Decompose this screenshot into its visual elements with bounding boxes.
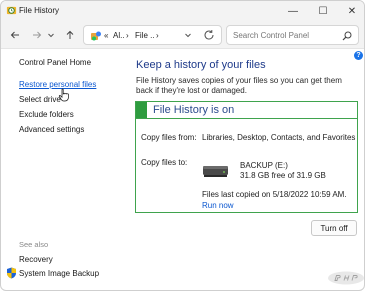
- sidebar-item-select-drive[interactable]: Select drive: [19, 95, 61, 104]
- page-title: Keep a history of your files: [136, 59, 266, 71]
- run-now-link[interactable]: Run now: [202, 201, 234, 210]
- address-overflow-chevron[interactable]: «: [104, 31, 108, 40]
- up-button[interactable]: [62, 27, 78, 43]
- minimize-icon: —: [288, 5, 298, 17]
- see-also-heading: See also: [19, 240, 49, 249]
- search-box[interactable]: Search Control Panel: [226, 25, 359, 45]
- file-history-app-icon: [6, 6, 17, 15]
- chevron-down-icon: [185, 33, 191, 38]
- copy-from-value: Libraries, Desktop, Contacts, and Favori…: [202, 133, 356, 142]
- shield-icon: [7, 267, 16, 279]
- status-indicator-bar: [136, 102, 147, 118]
- status-header: File History is on: [136, 102, 357, 119]
- php-logo: [328, 271, 364, 285]
- control-panel-icon: [91, 31, 101, 41]
- close-icon: ✕: [347, 5, 357, 17]
- address-segment-all[interactable]: Al..: [113, 31, 125, 40]
- close-button[interactable]: ✕: [337, 1, 364, 21]
- arrow-up-icon: [66, 30, 74, 39]
- file-history-status-panel: File History is on Copy files from: Libr…: [135, 101, 358, 213]
- see-also-recovery-link[interactable]: Recovery: [19, 255, 53, 264]
- maximize-icon: ☐: [318, 5, 328, 17]
- search-icon[interactable]: [341, 30, 353, 42]
- drive-free-space: 31.8 GB free of 31.9 GB: [240, 171, 326, 180]
- minimize-button[interactable]: —: [278, 1, 308, 21]
- refresh-icon: [204, 30, 214, 40]
- drive-name: BACKUP (E:): [240, 161, 288, 170]
- sidebar-item-exclude-folders[interactable]: Exclude folders: [19, 110, 74, 119]
- see-also-system-image-backup-link[interactable]: System Image Backup: [19, 269, 99, 278]
- address-separator[interactable]: ›: [156, 31, 159, 40]
- recent-locations-button[interactable]: [43, 27, 59, 43]
- back-button[interactable]: [7, 27, 23, 43]
- drive-icon: [203, 166, 228, 177]
- chevron-down-icon: [48, 33, 54, 38]
- title-bar: File History — ☐ ✕: [1, 1, 364, 21]
- arrow-right-icon: [33, 31, 42, 39]
- address-separator[interactable]: ›: [126, 31, 129, 40]
- address-bar[interactable]: « Al.. › File .. ›: [83, 25, 222, 45]
- copy-from-label: Copy files from:: [141, 133, 197, 142]
- refresh-button[interactable]: [203, 29, 215, 44]
- hand-cursor-icon: [58, 88, 69, 102]
- navigation-bar: « Al.. › File .. › Search Control Panel: [1, 21, 364, 49]
- search-input[interactable]: Search Control Panel: [233, 31, 309, 40]
- file-history-window: File History — ☐ ✕ « Al.. › File .. › Se…: [0, 0, 365, 291]
- turn-off-button[interactable]: Turn off: [311, 220, 357, 236]
- sidebar-item-advanced-settings[interactable]: Advanced settings: [19, 125, 84, 134]
- last-copied-text: Files last copied on 5/18/2022 10:59 AM.: [202, 190, 347, 199]
- help-icon[interactable]: ?: [354, 51, 363, 60]
- address-dropdown-button[interactable]: [184, 29, 192, 43]
- page-description: File History saves copies of your files …: [136, 76, 342, 95]
- sidebar-item-control-panel-home[interactable]: Control Panel Home: [19, 58, 91, 67]
- address-segment-file[interactable]: File ..: [135, 31, 155, 40]
- copy-to-label: Copy files to:: [141, 158, 188, 167]
- window-title: File History: [19, 6, 60, 15]
- maximize-button[interactable]: ☐: [308, 1, 338, 21]
- arrow-left-icon: [10, 31, 19, 39]
- status-title: File History is on: [153, 104, 235, 116]
